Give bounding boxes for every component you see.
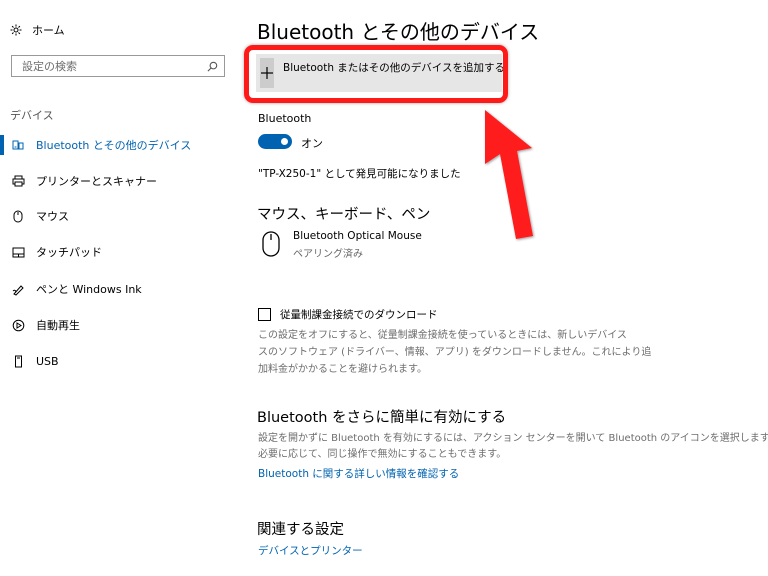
learn-more-link[interactable]: Bluetooth に関する詳しい情報を確認する bbox=[258, 466, 459, 481]
devices-printers-link[interactable]: デバイスとプリンター bbox=[258, 543, 363, 558]
sidebar-item-label: USB bbox=[36, 354, 59, 368]
printer-icon bbox=[0, 175, 36, 187]
sidebar-item-bluetooth[interactable]: Bluetooth とその他のデバイス bbox=[0, 135, 240, 155]
bluetooth-toggle[interactable] bbox=[258, 134, 292, 149]
toggle-state-label: オン bbox=[301, 137, 323, 150]
sidebar-item-mouse[interactable]: マウス bbox=[0, 206, 240, 226]
home-label: ホーム bbox=[32, 24, 65, 37]
metered-checkbox[interactable] bbox=[258, 308, 271, 321]
sidebar-item-label: 自動再生 bbox=[36, 319, 80, 332]
easy-desc-line-1: 設定を開かずに Bluetooth を有効にするには、アクション センターを開い… bbox=[258, 433, 768, 444]
mouse-icon bbox=[0, 210, 36, 223]
metered-label[interactable]: 従量制課金接続でのダウンロード bbox=[280, 307, 438, 322]
red-arrow-annotation bbox=[485, 110, 533, 239]
touchpad-icon bbox=[0, 247, 36, 258]
sidebar-item-pen[interactable]: ペンと Windows Ink bbox=[0, 279, 240, 299]
easy-section-title: Bluetooth をさらに簡単に有効にする bbox=[257, 410, 507, 426]
gear-icon bbox=[10, 24, 22, 36]
pen-icon bbox=[0, 283, 36, 296]
settings-window: ホーム 設定の検索 デバイス Bluetooth とその他のデバイス プリンター… bbox=[0, 0, 768, 576]
sidebar-item-touchpad[interactable]: タッチパッド bbox=[0, 242, 240, 262]
bluetooth-label: Bluetooth bbox=[258, 112, 312, 125]
mouse-device-icon bbox=[262, 231, 280, 257]
metered-desc-line-2: スのソフトウェア (ドライバー、情報、アプリ) をダウンロードしません。これによ… bbox=[258, 347, 652, 358]
metered-desc-line-1: この設定をオフにすると、従量制課金接続を使っているときには、新しいデバイス bbox=[258, 330, 627, 341]
metered-desc-line-3: 加料金がかかることを避けられます。 bbox=[258, 364, 427, 375]
main-content: Bluetooth とその他のデバイス Bluetooth またはその他のデバイ… bbox=[240, 0, 768, 576]
home-link[interactable]: ホーム bbox=[10, 22, 65, 38]
discoverable-text: "TP-X250-1" として発見可能になりました bbox=[258, 168, 461, 180]
sidebar-item-label: プリンターとスキャナー bbox=[36, 175, 157, 188]
easy-desc-line-2: 必要に応じて、同じ操作で無効にすることもできます。 bbox=[258, 449, 507, 460]
page-title: Bluetooth とその他のデバイス bbox=[257, 20, 540, 44]
sidebar-item-label: Bluetooth とその他のデバイス bbox=[36, 139, 192, 152]
section-label: デバイス bbox=[10, 109, 54, 122]
sidebar-item-printers[interactable]: プリンターとスキャナー bbox=[0, 171, 240, 191]
sidebar-item-label: ペンと Windows Ink bbox=[36, 283, 142, 296]
search-icon[interactable] bbox=[207, 61, 218, 72]
sidebar-item-label: タッチパッド bbox=[36, 246, 102, 259]
search-input[interactable]: 設定の検索 bbox=[11, 55, 225, 77]
sidebar: ホーム 設定の検索 デバイス Bluetooth とその他のデバイス プリンター… bbox=[0, 0, 240, 576]
device-status: ペアリング済み bbox=[293, 249, 363, 260]
sidebar-item-label: マウス bbox=[36, 210, 69, 223]
highlight-frame bbox=[244, 45, 508, 103]
usb-icon bbox=[0, 355, 36, 368]
sidebar-item-autoplay[interactable]: 自動再生 bbox=[0, 315, 240, 335]
sidebar-item-usb[interactable]: USB bbox=[0, 351, 240, 371]
related-settings-title: 関連する設定 bbox=[257, 522, 344, 538]
autoplay-icon bbox=[0, 319, 36, 332]
mouse-section-title: マウス、キーボード、ペン bbox=[257, 207, 431, 223]
search-placeholder: 設定の検索 bbox=[22, 60, 77, 73]
bluetooth-devices-icon bbox=[0, 139, 36, 151]
device-name[interactable]: Bluetooth Optical Mouse bbox=[293, 230, 422, 242]
